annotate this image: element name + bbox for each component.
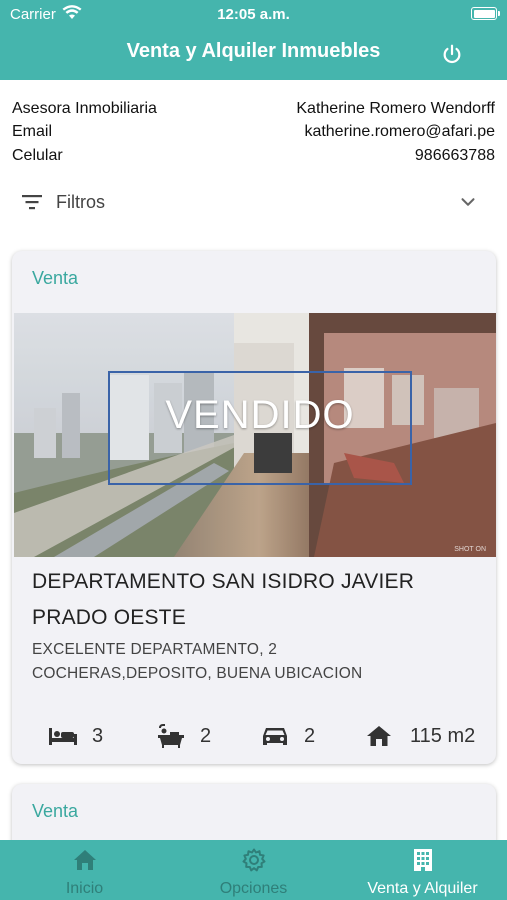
page-title: Venta y Alquiler Inmuebles (126, 40, 381, 62)
camera-watermark: SHOT ON (454, 546, 486, 553)
agent-role-row: Asesora Inmobiliaria Katherine Romero We… (12, 97, 495, 121)
listing-list[interactable]: Venta VENDIDO SHOT ON DEPARTAMENTO SAN I… (0, 235, 507, 840)
tab-inicio[interactable]: Inicio (0, 840, 169, 900)
tab-opciones-label: Opciones (219, 880, 288, 897)
bathrooms-feature: 2 (156, 721, 211, 751)
agent-name: Katherine Romero Wendorff (296, 99, 495, 117)
app-header: Carrier 12:05 a.m. Venta y Alquiler Inmu… (0, 0, 507, 80)
listing-type: Venta (32, 268, 79, 288)
tab-opciones[interactable]: Opciones (169, 840, 338, 900)
agent-email-row: Email katherine.romero@afari.pe (12, 121, 495, 145)
area-feature: 115 m2 (364, 721, 475, 751)
listing-title: DEPARTAMENTO SAN ISIDRO JAVIER PRADO OES… (32, 570, 415, 629)
listing-card[interactable]: Venta (12, 784, 496, 840)
car-icon (263, 728, 287, 745)
filter-icon (22, 195, 42, 210)
agent-email[interactable]: katherine.romero@afari.pe (304, 123, 495, 141)
agent-email-label: Email (12, 123, 53, 141)
bedrooms-count: 3 (92, 724, 104, 747)
listing-type: Venta (32, 801, 79, 821)
bed-icon (49, 728, 77, 745)
status-bar: Carrier 12:05 a.m. (0, 0, 507, 28)
listing-photo[interactable]: VENDIDO SHOT ON (14, 313, 496, 557)
agent-phone-label: Celular (12, 146, 63, 164)
parking-feature: 2 (260, 721, 315, 751)
listing-card[interactable]: Venta (12, 251, 496, 764)
home-icon (74, 850, 96, 870)
house-icon (367, 726, 391, 746)
bathtub-icon (158, 724, 184, 748)
tab-venta-alquiler-label: Venta y Alquiler (367, 880, 478, 897)
agent-phone[interactable]: 986663788 (415, 147, 495, 165)
tab-bar: Inicio Opciones Venta y Alquiler (0, 840, 507, 900)
sold-overlay: VENDIDO (165, 393, 355, 437)
battery-icon (471, 7, 500, 20)
listing-description: EXCELENTE DEPARTAMENTO, 2 COCHERAS,DEPOS… (32, 641, 363, 682)
tab-inicio-label: Inicio (65, 880, 104, 897)
tab-venta-alquiler[interactable]: Venta y Alquiler (338, 840, 507, 900)
parking-count: 2 (304, 724, 316, 747)
filters-toggle[interactable]: Filtros (12, 185, 495, 219)
agent-phone-row: Celular 986663788 (12, 144, 495, 168)
status-time: 12:05 a.m. (217, 6, 290, 23)
gear-icon (242, 848, 266, 872)
agent-info: Asesora Inmobiliaria Katherine Romero We… (12, 97, 495, 168)
power-icon[interactable] (441, 43, 463, 65)
chevron-down-icon[interactable] (457, 191, 479, 213)
listing-features: 3 2 2 115 m2 (32, 721, 482, 751)
bathrooms-count: 2 (200, 724, 212, 747)
filters-label: Filtros (56, 191, 105, 212)
bedrooms-feature: 3 (48, 721, 103, 751)
area-value: 115 m2 (410, 724, 476, 747)
agent-role-label: Asesora Inmobiliaria (12, 99, 157, 117)
building-icon (414, 849, 432, 871)
